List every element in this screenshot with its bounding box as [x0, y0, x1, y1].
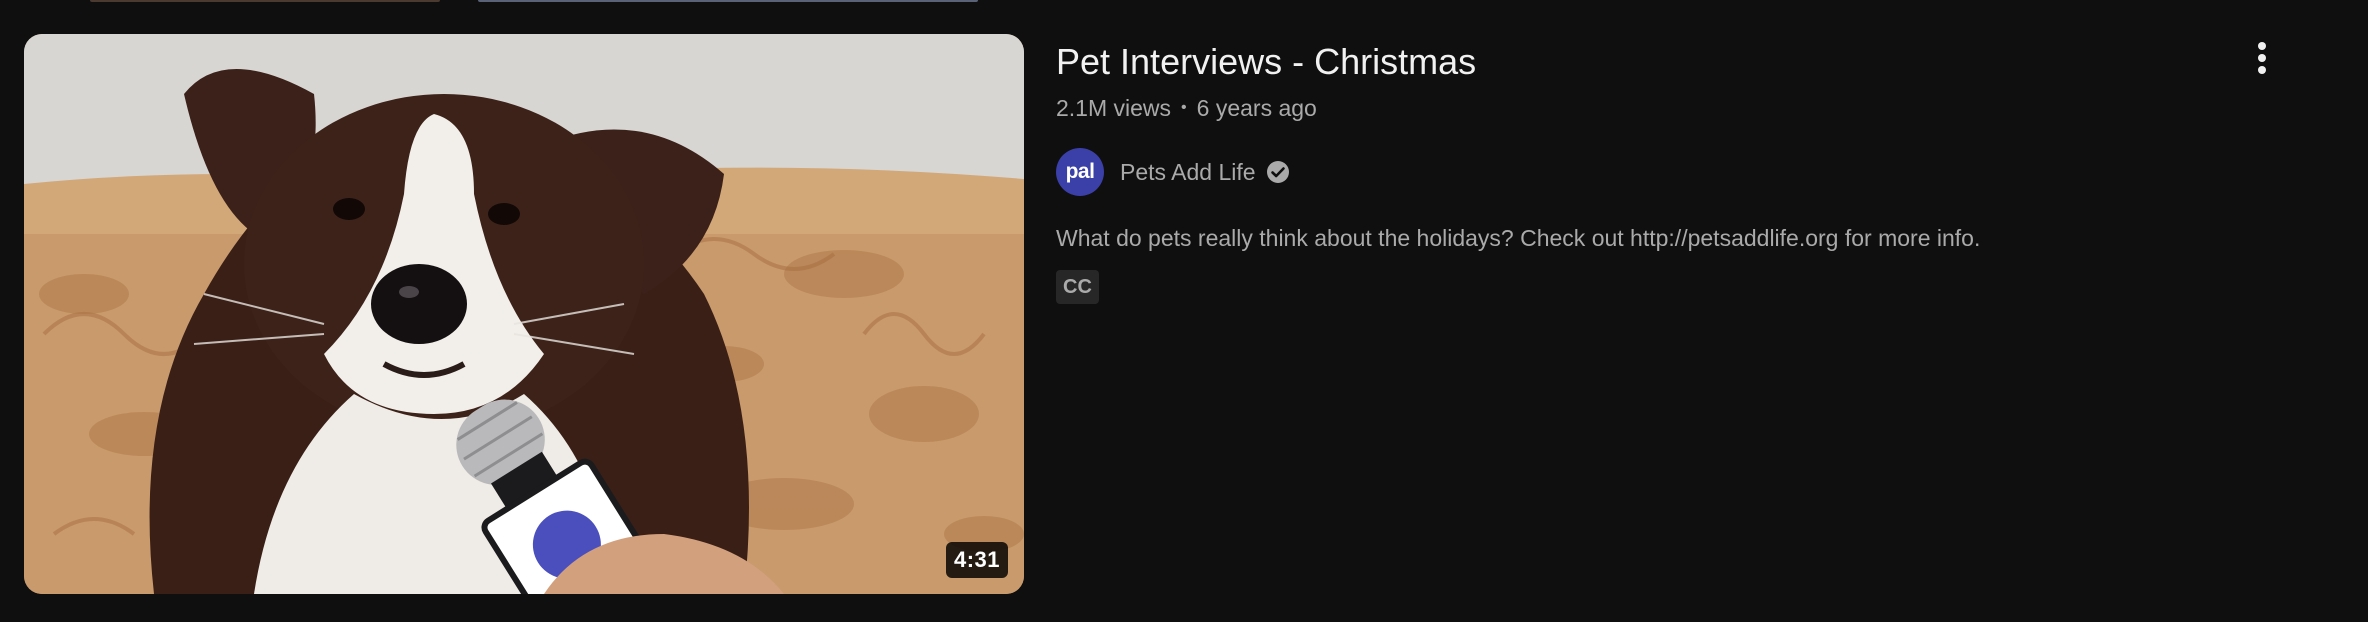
- video-details: Pet Interviews - Christmas 2.1M views • …: [1056, 34, 2286, 594]
- video-result-row[interactable]: 4:31 Pet Interviews - Christmas 2.1M vie…: [24, 34, 2354, 594]
- video-thumbnail[interactable]: 4:31: [24, 34, 1024, 594]
- duration-badge: 4:31: [945, 542, 1008, 578]
- previous-thumbnail-edge: [90, 0, 440, 2]
- separator-dot: •: [1181, 99, 1187, 116]
- check-circle-icon: [1266, 161, 1289, 183]
- thumbnail-image: [24, 34, 1024, 594]
- channel-name[interactable]: Pets Add Life: [1120, 159, 1256, 186]
- more-actions-button[interactable]: [2238, 34, 2286, 82]
- video-description-snippet: What do pets really think about the holi…: [1056, 225, 1981, 251]
- channel-link[interactable]: pal Pets Add Life: [1056, 148, 2286, 196]
- more-vert-icon: [2258, 42, 2266, 74]
- video-title[interactable]: Pet Interviews - Christmas: [1056, 38, 2286, 86]
- view-count: 2.1M views: [1056, 95, 1172, 121]
- video-metadata: 2.1M views • 6 years ago: [1056, 92, 2286, 124]
- previous-thumbnail-edge: [478, 0, 978, 2]
- previous-row-edge: [0, 0, 2368, 2]
- channel-avatar[interactable]: pal: [1056, 148, 1104, 196]
- cc-badge: CC: [1056, 270, 1099, 304]
- upload-age: 6 years ago: [1196, 95, 1317, 121]
